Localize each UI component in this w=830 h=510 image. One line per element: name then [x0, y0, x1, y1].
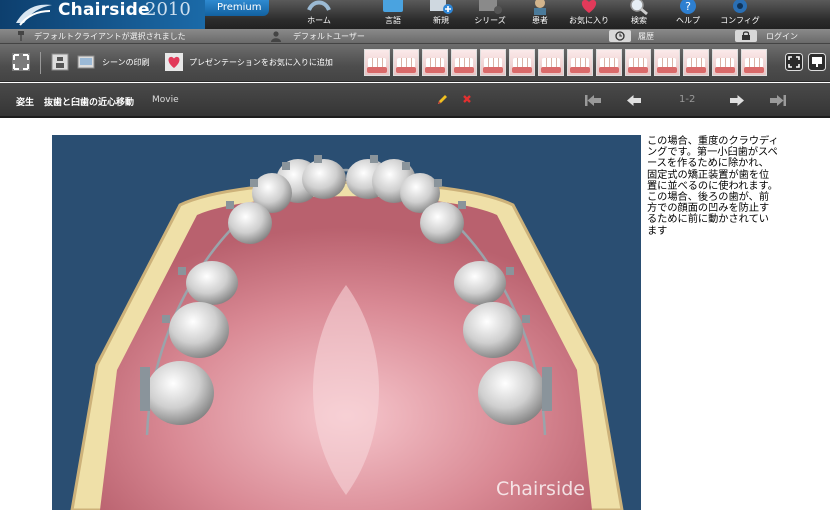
slide-counter: 1-2	[679, 94, 696, 105]
scene-thumbnail[interactable]	[451, 49, 477, 76]
scene-thumbnail[interactable]	[683, 49, 709, 76]
nav-label: お気に入り	[569, 16, 609, 25]
add-to-favorites-button[interactable]: プレゼンテーションをお気に入りに追加	[189, 57, 333, 68]
scene-thumbnail[interactable]	[538, 49, 564, 76]
print-icon[interactable]	[77, 53, 95, 71]
help-icon: ?	[680, 0, 696, 14]
svg-text:?: ?	[685, 0, 691, 13]
language-icon	[383, 0, 403, 12]
nav-label: 言語	[385, 16, 401, 25]
toolbar-divider	[40, 52, 41, 74]
dental-arch-illustration	[70, 155, 624, 510]
chairside-watermark: Chairside	[496, 478, 585, 500]
history-clock-icon[interactable]	[609, 30, 631, 42]
scene-thumbnail[interactable]	[741, 49, 767, 76]
home-icon	[307, 0, 331, 11]
nav-new[interactable]: 新規	[419, 0, 463, 29]
logo: Chairside 2010	[0, 0, 205, 29]
toolbar: シーンの印刷 プレゼンテーションをお気に入りに追加	[0, 44, 830, 82]
patient-icon	[534, 0, 546, 15]
category-label: 姿生	[16, 98, 35, 108]
search-icon	[630, 0, 648, 16]
nav-patient[interactable]: 患者	[518, 0, 562, 29]
delete-x-icon[interactable]	[461, 93, 473, 105]
nav-search[interactable]: 検索	[617, 0, 661, 29]
scene-thumbnail[interactable]	[654, 49, 680, 76]
nav-favorites[interactable]: お気に入り	[567, 0, 611, 29]
edition-badge: Premium	[205, 0, 269, 16]
config-icon	[733, 0, 747, 13]
nav-config[interactable]: コンフィグ	[718, 0, 762, 29]
scene-thumbnails	[364, 49, 767, 76]
logo-year: 2010	[145, 0, 191, 20]
scene-thumbnail[interactable]	[567, 49, 593, 76]
nav-label: ヘルプ	[676, 16, 700, 25]
scene-thumbnail[interactable]	[480, 49, 506, 76]
scene-thumbnail[interactable]	[596, 49, 622, 76]
status-bar: デフォルトクライアントが選択されました デフォルトユーザー 履歴 ログイン	[0, 29, 830, 44]
nav-label: 患者	[532, 16, 548, 25]
history-link[interactable]: 履歴	[638, 31, 654, 42]
nav-label: コンフィグ	[720, 16, 760, 25]
print-scene-button[interactable]: シーンの印刷	[102, 57, 150, 68]
scene-title-bar: 姿生 抜歯と臼歯の近心移動 Movie 1-2	[0, 83, 830, 118]
user-link[interactable]: デフォルトユーザー	[293, 31, 365, 42]
media-type-label: Movie	[152, 95, 179, 105]
nav-label: 検索	[631, 16, 647, 25]
scene-thumbnail[interactable]	[712, 49, 738, 76]
fullscreen-icon[interactable]	[785, 53, 803, 71]
nav-language[interactable]: 言語	[371, 0, 415, 29]
presentation-mode-icon[interactable]	[808, 53, 826, 71]
login-link[interactable]: ログイン	[766, 31, 798, 42]
nav-series[interactable]: シリーズ	[468, 0, 512, 29]
app-window: Chairside 2010 Premium ホーム 言語 新規 シリーズ 患者…	[0, 0, 830, 510]
heart-icon[interactable]	[165, 53, 183, 71]
scene-thumbnail[interactable]	[393, 49, 419, 76]
nav-help[interactable]: ? ヘルプ	[666, 0, 710, 29]
first-slide-icon[interactable]	[585, 95, 601, 106]
movie-player[interactable]	[52, 135, 641, 510]
nav-label: ホーム	[307, 16, 331, 25]
logo-text: Chairside	[58, 0, 150, 20]
info-icon[interactable]	[51, 53, 69, 71]
scene-thumbnail[interactable]	[509, 49, 535, 76]
nav-label: 新規	[433, 16, 449, 25]
series-icon	[479, 0, 502, 14]
favorites-icon	[581, 0, 597, 13]
logo-swoosh-icon	[16, 4, 52, 26]
nav-label: シリーズ	[474, 16, 506, 25]
last-slide-icon[interactable]	[770, 95, 786, 106]
scene-title: 抜歯と臼歯の近心移動	[44, 98, 135, 108]
scene-description: この場合、重度のクラウディングです。第一小臼歯がスペースを作るために除かれ、固定…	[647, 136, 779, 237]
scene-thumbnail[interactable]	[364, 49, 390, 76]
scene-thumbnail[interactable]	[422, 49, 448, 76]
scene-thumbnail[interactable]	[625, 49, 651, 76]
user-icon	[271, 31, 281, 42]
client-status: デフォルトクライアントが選択されました	[34, 32, 186, 41]
new-icon	[430, 0, 453, 14]
nav-home[interactable]: ホーム	[297, 0, 341, 29]
next-slide-icon[interactable]	[730, 95, 744, 106]
top-header: Chairside 2010 Premium ホーム 言語 新規 シリーズ 患者…	[0, 0, 830, 29]
client-pin-icon	[18, 31, 24, 41]
edit-pencil-icon[interactable]	[436, 93, 449, 106]
fit-screen-icon[interactable]	[12, 53, 30, 71]
edition-label: Premium	[217, 2, 262, 13]
login-lock-icon[interactable]	[735, 30, 757, 42]
previous-slide-icon[interactable]	[627, 95, 641, 106]
